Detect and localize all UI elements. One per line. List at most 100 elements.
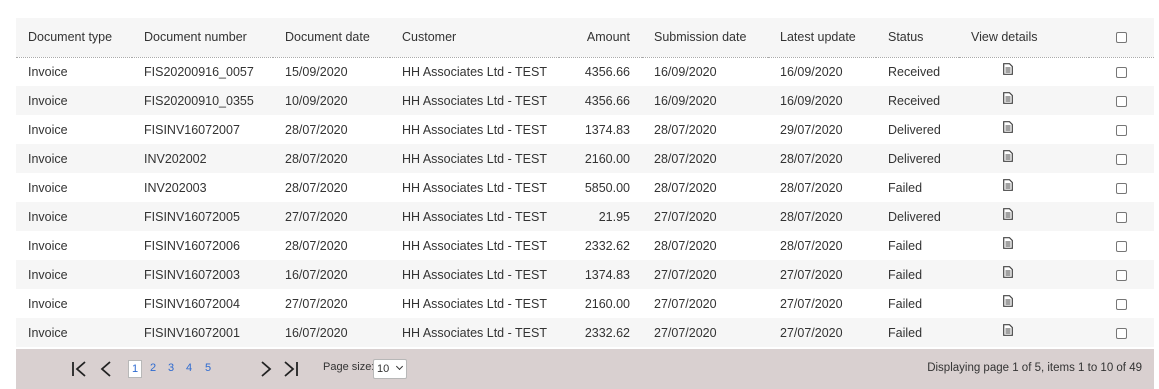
cell-date: 10/09/2020 [285, 93, 348, 108]
cell-details [959, 318, 1089, 347]
table-row[interactable]: Invoice FISINV16072003 16/07/2020 HH Associ… [16, 260, 1154, 289]
column-header-number[interactable]: Document number [132, 18, 273, 58]
last-page-button[interactable] [280, 359, 300, 379]
cell-status: Delivered [888, 209, 941, 224]
page-link-1[interactable]: 1 [128, 360, 142, 378]
table-row[interactable]: Invoice FIS20200910_0355 10/09/2020 HH Asso… [16, 86, 1154, 115]
chevron-left-icon [100, 361, 111, 377]
document-icon[interactable] [1003, 324, 1013, 337]
page-link-5[interactable]: 5 [201, 360, 215, 378]
table-row[interactable]: Invoice FISINV16072006 28/07/2020 HH Associ… [16, 231, 1154, 260]
documents-grid: Document type Document number Document dat… [16, 18, 1154, 389]
document-icon[interactable] [1003, 208, 1013, 221]
table-row[interactable]: Invoice INV202003 28/07/2020 HH Associates … [16, 173, 1154, 202]
table-row[interactable]: Invoice INV202002 28/07/2020 HH Associates … [16, 144, 1154, 173]
column-header-details[interactable]: View details [959, 18, 1089, 58]
cell-customer: HH Associates Ltd - TEST [402, 325, 547, 340]
cell-update: 16/09/2020 [780, 93, 843, 108]
row-checkbox[interactable] [1116, 153, 1127, 165]
cell-type: Invoice [28, 93, 68, 108]
cell-update: 27/07/2020 [780, 296, 843, 311]
table-row[interactable]: Invoice FISINV16072005 27/07/2020 HH Associ… [16, 202, 1154, 231]
table-row[interactable]: Invoice FISINV16072004 27/07/2020 HH Associ… [16, 289, 1154, 318]
page-link-3[interactable]: 3 [164, 360, 178, 378]
cell-number: FIS20200910_0355 [144, 93, 254, 108]
document-icon[interactable] [1003, 150, 1013, 163]
header-row: Document type Document number Document dat… [16, 18, 1154, 58]
document-icon-glyph [1003, 92, 1013, 105]
cell-select [1089, 115, 1154, 144]
document-icon[interactable] [1003, 63, 1013, 76]
cell-status: Failed [888, 180, 923, 195]
cell-select [1089, 260, 1154, 289]
column-header-submission[interactable]: Submission date [642, 18, 768, 58]
cell-number: INV202002 [144, 151, 207, 166]
column-header-status[interactable]: Status [876, 18, 959, 58]
chevron-down-icon [395, 362, 404, 371]
cell-number: FISINV16072007 [144, 122, 240, 137]
cell-select [1089, 318, 1154, 347]
pager-info: Displaying page 1 of 5, items 1 to 10 of… [927, 362, 1142, 374]
cell-date: 28/07/2020 [285, 238, 348, 253]
row-checkbox[interactable] [1116, 240, 1127, 252]
select-all-checkbox[interactable] [1116, 32, 1127, 44]
cell-number: INV202003 [144, 180, 207, 195]
page-link-4[interactable]: 4 [182, 360, 196, 378]
cell-submission: 16/09/2020 [654, 93, 717, 108]
column-header-date[interactable]: Document date [273, 18, 390, 58]
document-icon[interactable] [1003, 121, 1013, 134]
page-link-2[interactable]: 2 [146, 360, 160, 378]
cell-select [1089, 202, 1154, 231]
cell-type: Invoice [28, 180, 68, 195]
cell-update: 29/07/2020 [780, 122, 843, 137]
row-checkbox[interactable] [1116, 182, 1127, 194]
cell-amount: 4356.66 [584, 93, 630, 108]
next-page-button[interactable] [258, 359, 274, 379]
cell-amount: 2160.00 [584, 296, 630, 311]
prev-page-button[interactable] [98, 359, 114, 379]
cell-date: 28/07/2020 [285, 180, 348, 195]
select-all-cell [1089, 18, 1154, 58]
cell-select [1089, 144, 1154, 173]
row-checkbox[interactable] [1116, 211, 1127, 223]
row-checkbox[interactable] [1116, 124, 1127, 136]
chevron-right-icon [261, 361, 272, 377]
cell-select [1089, 86, 1154, 115]
page-size-value: 10 [377, 363, 390, 375]
row-checkbox[interactable] [1116, 95, 1127, 107]
cell-amount: 5850.00 [584, 180, 630, 195]
document-icon[interactable] [1003, 266, 1013, 279]
cell-status: Received [888, 64, 941, 79]
cell-details [959, 144, 1089, 173]
cell-number: FISINV16072001 [144, 325, 240, 340]
column-header-type[interactable]: Document type [16, 18, 132, 58]
document-icon[interactable] [1003, 295, 1013, 308]
cell-customer: HH Associates Ltd - TEST [402, 238, 547, 253]
document-icon[interactable] [1003, 179, 1013, 192]
cell-date: 27/07/2020 [285, 296, 348, 311]
column-header-customer[interactable]: Customer [390, 18, 559, 58]
page-size-select[interactable]: 10 [373, 359, 407, 379]
row-checkbox[interactable] [1116, 327, 1127, 339]
cell-customer: HH Associates Ltd - TEST [402, 267, 547, 282]
cell-date: 16/07/2020 [285, 267, 348, 282]
document-icon[interactable] [1003, 92, 1013, 105]
row-checkbox[interactable] [1116, 298, 1127, 310]
cell-update: 28/07/2020 [780, 238, 843, 253]
cell-date: 15/09/2020 [285, 64, 348, 79]
column-header-update[interactable]: Latest update [768, 18, 876, 58]
cell-details [959, 260, 1089, 289]
column-header-amount[interactable]: Amount [559, 18, 642, 58]
cell-status: Failed [888, 296, 923, 311]
cell-type: Invoice [28, 122, 68, 137]
document-icon[interactable] [1003, 237, 1013, 250]
table-row[interactable]: Invoice FIS20200916_0057 15/09/2020 HH Asso… [16, 57, 1154, 86]
cell-update: 28/07/2020 [780, 209, 843, 224]
table-row[interactable]: Invoice FISINV16072007 28/07/2020 HH Associ… [16, 115, 1154, 144]
cell-date: 28/07/2020 [285, 122, 348, 137]
table-row[interactable]: Invoice FISINV16072001 16/07/2020 HH Associ… [16, 318, 1154, 347]
row-checkbox[interactable] [1116, 269, 1127, 281]
row-checkbox[interactable] [1116, 66, 1127, 78]
last-page-icon [284, 361, 298, 377]
first-page-button[interactable] [70, 359, 90, 379]
